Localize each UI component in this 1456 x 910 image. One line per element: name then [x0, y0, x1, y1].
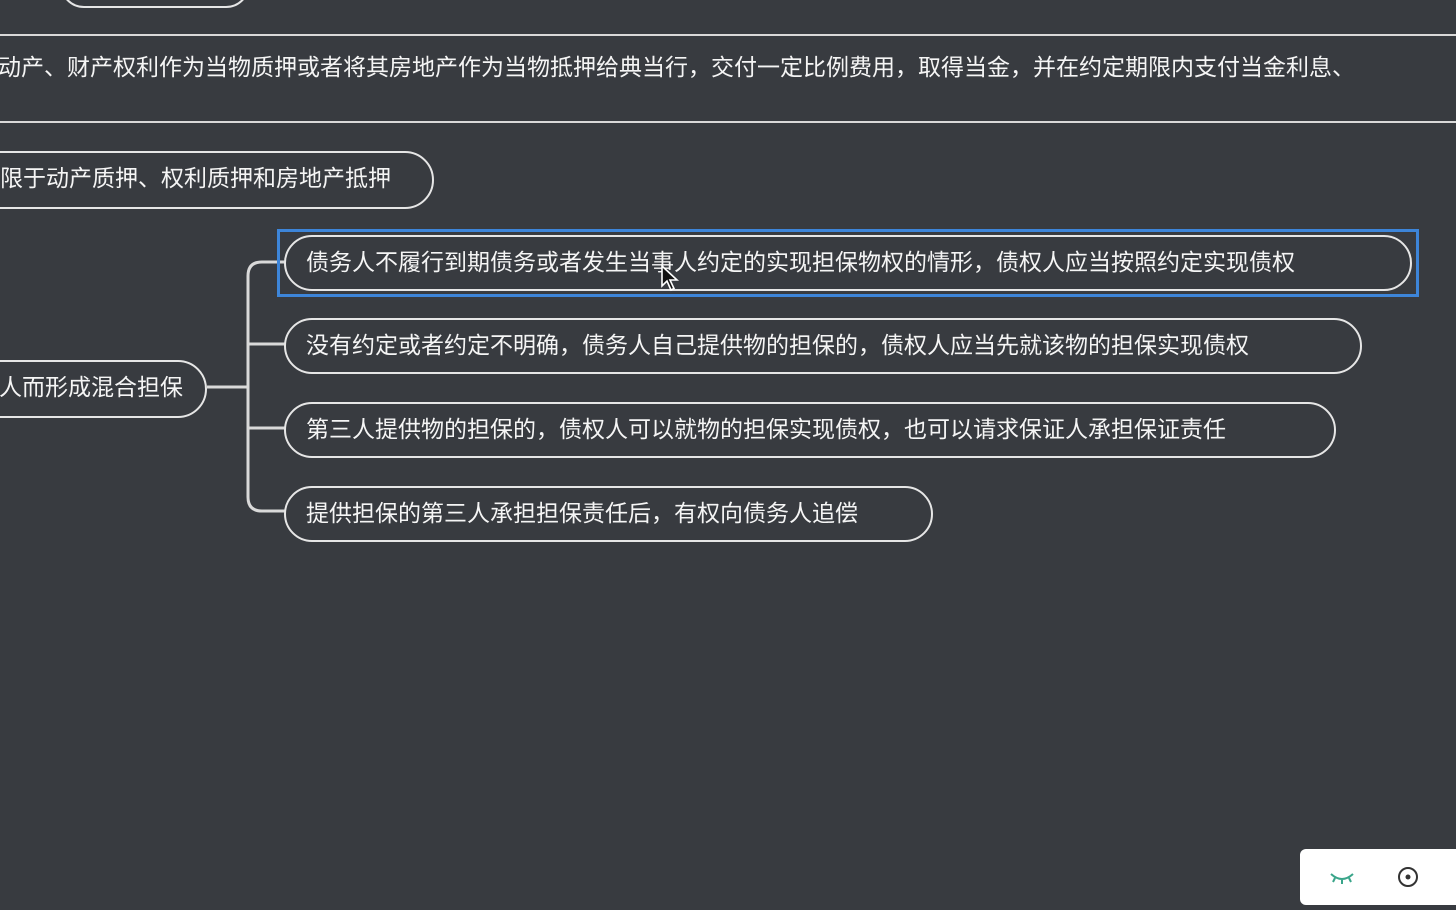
mindmap-canvas[interactable]: 动产、财产权利作为当物质押或者将其房地产作为当物抵押给典当行，交付一定比例费用，…: [0, 0, 1456, 910]
mouse-cursor-icon: [661, 264, 680, 292]
mindmap-node-child-4[interactable]: 提供担保的第三人承担担保责任后，有权向债务人追偿: [284, 486, 933, 542]
mindmap-node-parent[interactable]: 人而形成混合担保: [0, 360, 207, 418]
mindmap-node-limit[interactable]: 限于动产质押、权利质押和房地产抵押: [0, 151, 434, 209]
divider-line: [0, 34, 1456, 36]
target-icon[interactable]: [1394, 863, 1422, 891]
eye-closed-icon[interactable]: [1328, 863, 1356, 891]
mindmap-node-child-3[interactable]: 第三人提供物的担保的，债权人可以就物的担保实现债权，也可以请求保证人承担保证责任: [284, 402, 1336, 458]
view-toolbar: [1300, 849, 1456, 905]
mindmap-node-child-2[interactable]: 没有约定或者约定不明确，债务人自己提供物的担保的，债权人应当先就该物的担保实现债…: [284, 318, 1362, 374]
divider-line: [0, 121, 1456, 123]
mindmap-node-partial-top[interactable]: [60, 0, 250, 8]
paragraph-text: 动产、财产权利作为当物质押或者将其房地产作为当物抵押给典当行，交付一定比例费用，…: [0, 55, 1355, 81]
selection-box: [277, 229, 1419, 297]
